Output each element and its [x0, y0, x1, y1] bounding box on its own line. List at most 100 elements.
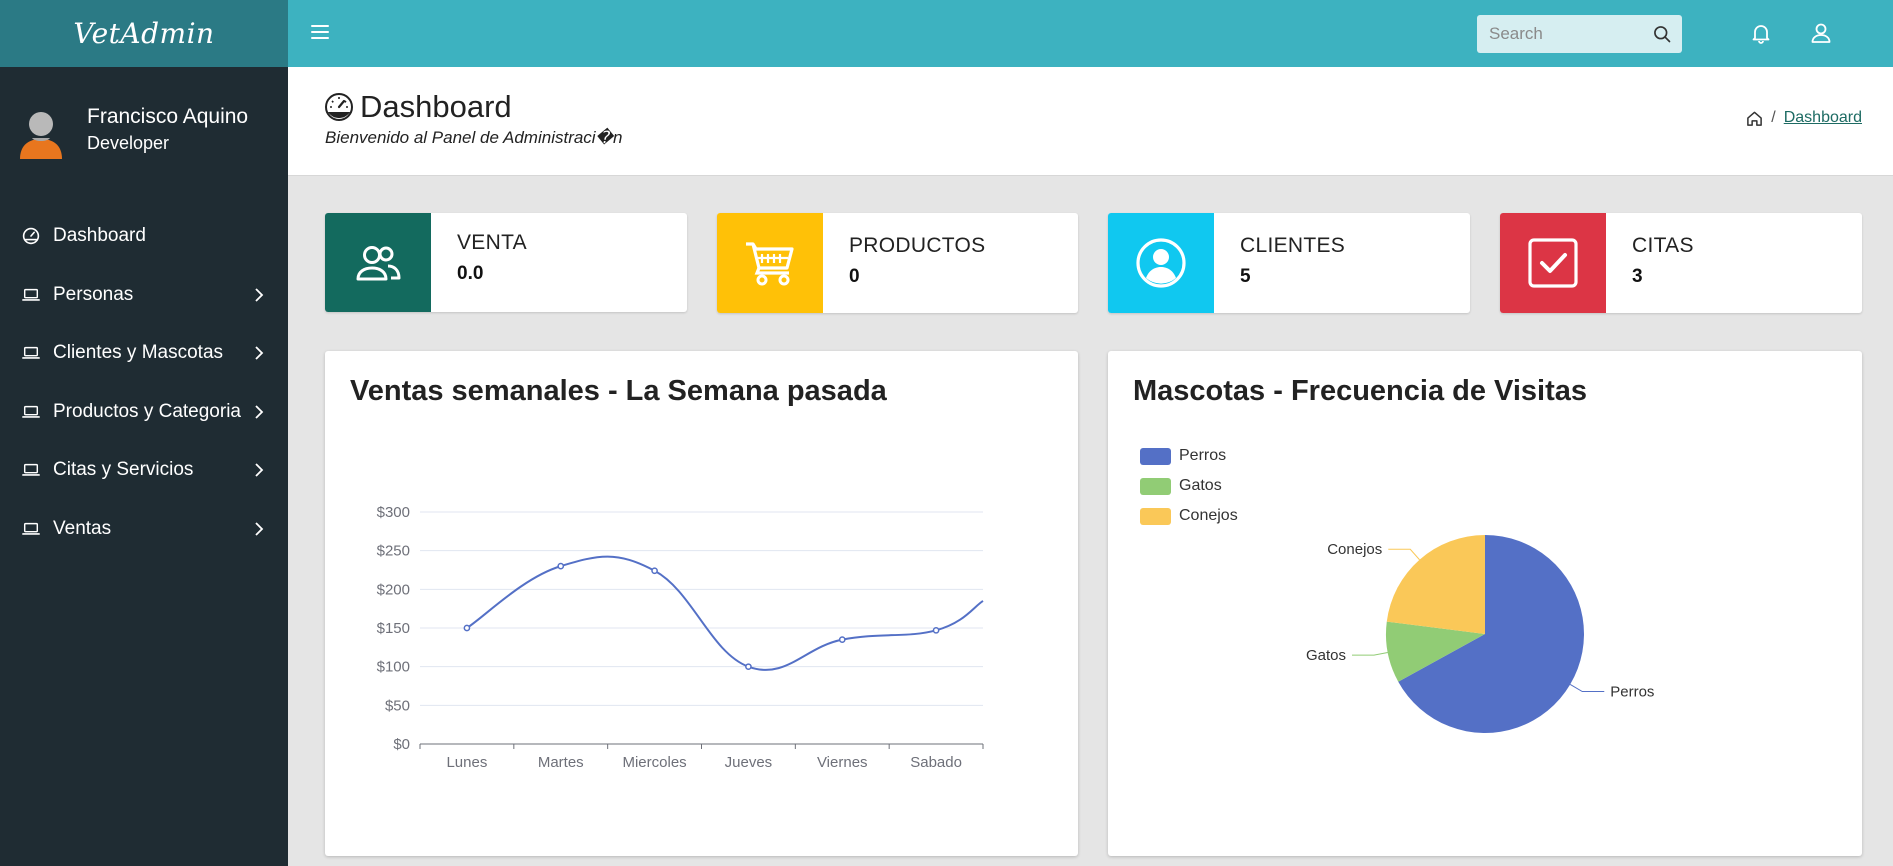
sidebar-item-label: Ventas	[53, 517, 112, 539]
users-icon	[356, 245, 401, 280]
laptop-icon	[22, 405, 40, 418]
chevron-right-icon	[255, 287, 264, 302]
brand[interactable]: VetAdmin	[0, 0, 288, 67]
slice-label: Conejos	[1327, 541, 1382, 558]
sidebar-nav: Dashboard Personas Clientes y Mascotas P…	[0, 207, 288, 558]
sidebar-item-citas-servicios[interactable]: Citas y Servicios	[0, 441, 288, 500]
dashboard-icon	[325, 93, 353, 121]
page-title: Dashboard	[324, 89, 512, 125]
sidebar-item-label: Dashboard	[53, 225, 146, 247]
stat-body: CITAS 3	[1606, 213, 1694, 313]
y-tick-label: $0	[393, 736, 410, 753]
slice-leader-line	[1569, 683, 1605, 693]
chevron-right-icon	[255, 404, 264, 419]
stat-body: VENTA 0.0	[431, 213, 527, 312]
chevron-right-icon	[255, 463, 264, 477]
hamburger-menu-icon[interactable]	[308, 20, 332, 44]
pet-visits-panel: Mascotas - Frecuencia de Visitas Perros G…	[1108, 351, 1862, 856]
y-tick-label: $150	[377, 620, 410, 637]
weekly-sales-chart: $0 $50 $100 $150 $200 $250 $300 Lunes Martes Mier…	[377, 504, 984, 771]
check-square-icon	[1528, 238, 1578, 288]
slice-leader-line	[1388, 548, 1420, 561]
breadcrumb-link-dashboard[interactable]: Dashboard	[1784, 109, 1862, 127]
stat-value: 3	[1632, 266, 1643, 287]
user-name: Francisco Aquino	[87, 105, 249, 128]
chevron-right-icon	[255, 521, 264, 536]
breadcrumb: / Dashboard	[1746, 109, 1862, 127]
user-icon[interactable]	[1809, 21, 1833, 45]
stat-icon-box	[325, 213, 431, 312]
sidebar-item-ventas[interactable]: Ventas	[0, 500, 288, 559]
cart-icon	[746, 242, 794, 286]
y-tick-label: $200	[377, 581, 410, 598]
laptop-icon	[22, 288, 40, 301]
y-tick-label: $250	[377, 543, 410, 560]
avatar	[20, 112, 62, 159]
topbar	[288, 0, 1893, 67]
data-point[interactable]	[745, 663, 752, 671]
y-tick-label: $50	[385, 697, 410, 714]
data-point[interactable]	[557, 562, 565, 570]
stat-icon-box	[717, 213, 823, 313]
stat-body: PRODUCTOS 0	[823, 213, 986, 313]
stat-label: CITAS	[1632, 234, 1694, 257]
search-box	[1477, 15, 1682, 53]
y-tick-label: $100	[377, 659, 410, 676]
stat-card-citas[interactable]: CITAS 3	[1500, 213, 1862, 313]
page-subtitle: Bienvenido al Panel de Administraci�n	[325, 128, 623, 147]
slice-leader-line	[1352, 652, 1388, 656]
data-point[interactable]	[838, 636, 846, 643]
data-point[interactable]	[932, 626, 940, 634]
data-point[interactable]	[463, 624, 471, 632]
x-tick-label: Miercoles	[622, 754, 686, 771]
sidebar: Francisco Aquino Developer Dashboard Per…	[0, 67, 288, 866]
laptop-icon	[22, 522, 40, 535]
sidebar-item-personas[interactable]: Personas	[0, 266, 288, 325]
sidebar-item-label: Personas	[53, 283, 134, 305]
sidebar-item-dashboard[interactable]: Dashboard	[0, 207, 288, 266]
y-tick-label: $300	[377, 504, 410, 521]
x-tick-label: Jueves	[725, 754, 773, 771]
laptop-icon	[22, 464, 40, 477]
pie-slice[interactable]	[1386, 535, 1485, 634]
stat-icon-box	[1108, 213, 1214, 313]
series-line	[466, 555, 984, 671]
stat-card-venta[interactable]: VENTA 0.0	[325, 213, 687, 312]
bell-icon[interactable]	[1749, 21, 1773, 45]
x-tick-label: Martes	[538, 754, 584, 771]
stat-value: 0.0	[457, 263, 484, 284]
slice-label: Gatos	[1306, 647, 1346, 664]
sidebar-item-label: Clientes y Mascotas	[53, 342, 224, 364]
pet-visits-chart: Perros Gatos Conejos	[1306, 535, 1654, 733]
stat-body: CLIENTES 5	[1214, 213, 1345, 313]
laptop-icon	[22, 347, 40, 360]
chevron-right-icon	[255, 346, 264, 360]
weekly-sales-panel: Ventas semanales - La Semana pasada $0 $5…	[325, 351, 1078, 856]
dashboard-icon	[22, 228, 40, 245]
sidebar-item-clientes-mascotas[interactable]: Clientes y Mascotas	[0, 324, 288, 383]
data-point[interactable]	[651, 567, 658, 575]
sidebar-item-label: Productos y Categoria	[53, 400, 241, 422]
breadcrumb-separator: /	[1771, 109, 1776, 126]
user-profile: Francisco Aquino Developer	[18, 105, 248, 161]
stat-label: PRODUCTOS	[849, 234, 986, 257]
search-input[interactable]	[1477, 24, 1647, 44]
page-header: Dashboard Bienvenido al Panel de Adminis…	[288, 67, 1893, 176]
x-tick-label: Sabado	[910, 754, 962, 771]
stat-card-clientes[interactable]: CLIENTES 5	[1108, 213, 1470, 313]
page-title-text: Dashboard	[360, 89, 512, 124]
stat-label: CLIENTES	[1240, 234, 1346, 257]
brand-logo: VetAdmin	[73, 17, 215, 50]
search-icon[interactable]	[1652, 24, 1672, 44]
user-circle-icon	[1136, 238, 1186, 288]
stat-value: 5	[1240, 266, 1251, 287]
sidebar-item-productos-categoria[interactable]: Productos y Categoria	[0, 383, 288, 442]
slice-label: Perros	[1610, 684, 1654, 701]
x-tick-label: Lunes	[446, 754, 487, 771]
user-role: Developer	[87, 133, 170, 153]
x-tick-label: Viernes	[817, 754, 868, 771]
sidebar-item-label: Citas y Servicios	[53, 459, 194, 481]
stat-card-productos[interactable]: PRODUCTOS 0	[717, 213, 1078, 313]
home-icon[interactable]	[1746, 110, 1763, 127]
stat-value: 0	[849, 266, 860, 287]
